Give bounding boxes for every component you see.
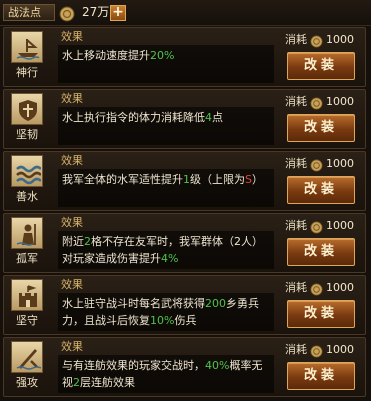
soldier-icon	[11, 217, 43, 249]
modify-button[interactable]: 改装	[287, 300, 355, 328]
effect-value: 20%	[150, 49, 175, 62]
skill-name: 神行	[16, 66, 38, 79]
skill-name: 坚韧	[16, 128, 38, 141]
cost-value: 1000	[326, 219, 354, 232]
effect-value: 200	[205, 297, 226, 310]
coin-icon	[310, 281, 323, 300]
skill-name: 孤军	[16, 252, 38, 265]
effect-text: ）	[251, 173, 263, 186]
cost-label: 消耗	[285, 33, 307, 46]
coin-icon	[310, 219, 323, 238]
fortress-icon	[11, 279, 43, 311]
effect-description: 水上驻守战斗时每名武将获得200乡勇兵力，且战斗后恢复10%伤兵	[58, 293, 274, 331]
coin-icon	[310, 95, 323, 114]
effect-value: 2	[84, 235, 91, 248]
effect-text: 与有连舫效果的玩家交战时，	[62, 359, 205, 372]
skill-row: 坚守 效果水上驻守战斗时每名武将获得200乡勇兵力，且战斗后恢复10%伤兵 消耗 10…	[3, 275, 366, 335]
skill-name: 善水	[16, 190, 38, 203]
effect-title: 效果	[61, 154, 83, 167]
skill-row: 强攻 效果与有连舫效果的玩家交战时，40%概率无视2层连舫效果 消耗 1000 改装	[3, 337, 366, 397]
effect-value: 10%	[150, 314, 175, 327]
cost-label: 消耗	[285, 157, 307, 170]
skill-row: 神行 效果水上移动速度提升20% 消耗 1000 改装	[3, 27, 366, 87]
skill-row: 坚韧 效果 水上执行指令的体力消耗降低4点 消耗 1000 改装	[3, 89, 366, 149]
skill-row: 孤军 效果附近2格不存在友军时，我军群体（2人）对玩家造成伤害提升4% 消耗 1000…	[3, 213, 366, 273]
effect-value: 4	[205, 111, 212, 124]
modify-button[interactable]: 改装	[287, 362, 355, 390]
modify-button[interactable]: 改装	[287, 176, 355, 204]
effect-value: 2	[73, 376, 80, 389]
cost-value: 1000	[326, 281, 354, 294]
effect-title: 效果	[61, 278, 83, 291]
effect-title: 效果	[61, 340, 83, 353]
effect-description: 附近2格不存在友军时，我军群体（2人）对玩家造成伤害提升4%	[58, 231, 274, 269]
skill-points-amount: 27万	[82, 5, 110, 19]
effect-text: 水上移动速度提升	[62, 49, 150, 62]
skill-points-label: 战法点	[3, 4, 55, 21]
modify-button[interactable]: 改装	[287, 238, 355, 266]
effect-text: 水上驻守战斗时每名武将获得	[62, 297, 205, 310]
effect-title: 效果	[61, 30, 83, 43]
cost-value: 1000	[326, 157, 354, 170]
effect-text: 伤兵	[174, 314, 197, 327]
effect-value: S	[245, 173, 252, 186]
add-points-button[interactable]: +	[110, 5, 126, 21]
attack-icon	[11, 341, 43, 373]
effect-title: 效果	[61, 92, 83, 105]
wave-icon	[11, 155, 43, 187]
effect-text: 水上执行指令的体力消耗降低	[62, 111, 205, 124]
effect-description: 我军全体的水军适性提升1级（上限为S）	[58, 169, 274, 207]
skill-row: 善水 效果我军全体的水军适性提升1级（上限为S） 消耗 1000 改装	[3, 151, 366, 211]
coin-icon	[59, 6, 75, 26]
effect-description: 水上执行指令的体力消耗降低4点	[58, 107, 274, 145]
top-bar: 战法点 27万 +	[0, 0, 371, 26]
cost-label: 消耗	[285, 281, 307, 294]
shield-icon	[11, 93, 43, 125]
skill-list: 神行 效果 水上移动速度提升20% 消耗 1000 改装 坚韧 效果 水上执行指令的体力消耗降低…	[0, 27, 371, 401]
cost-label: 消耗	[285, 219, 307, 232]
effect-value: 40%	[205, 359, 230, 372]
effect-text: 我军全体的水军适性提升	[62, 173, 183, 186]
effect-text: 点	[212, 111, 223, 124]
modify-button[interactable]: 改装	[287, 114, 355, 142]
cost-label: 消耗	[285, 95, 307, 108]
cost-value: 1000	[326, 95, 354, 108]
effect-value: 1	[183, 173, 190, 186]
skill-name: 强攻	[16, 376, 38, 389]
effect-description: 与有连舫效果的玩家交战时，40%概率无视2层连舫效果	[58, 355, 274, 393]
coin-icon	[310, 33, 323, 52]
ship-icon	[11, 31, 43, 63]
effect-title: 效果	[61, 216, 83, 229]
effect-value: 4%	[161, 252, 179, 265]
effect-text: 层连舫效果	[80, 376, 135, 389]
cost-value: 1000	[326, 33, 354, 46]
effect-text: 附近	[62, 235, 84, 248]
modify-button[interactable]: 改装	[287, 52, 355, 80]
coin-icon	[310, 157, 323, 176]
coin-icon	[310, 343, 323, 362]
cost-label: 消耗	[285, 343, 307, 356]
effect-text: 级（上限为	[190, 173, 245, 186]
skill-name: 坚守	[16, 314, 38, 327]
effect-description: 水上移动速度提升20%	[58, 45, 274, 83]
cost-value: 1000	[326, 343, 354, 356]
